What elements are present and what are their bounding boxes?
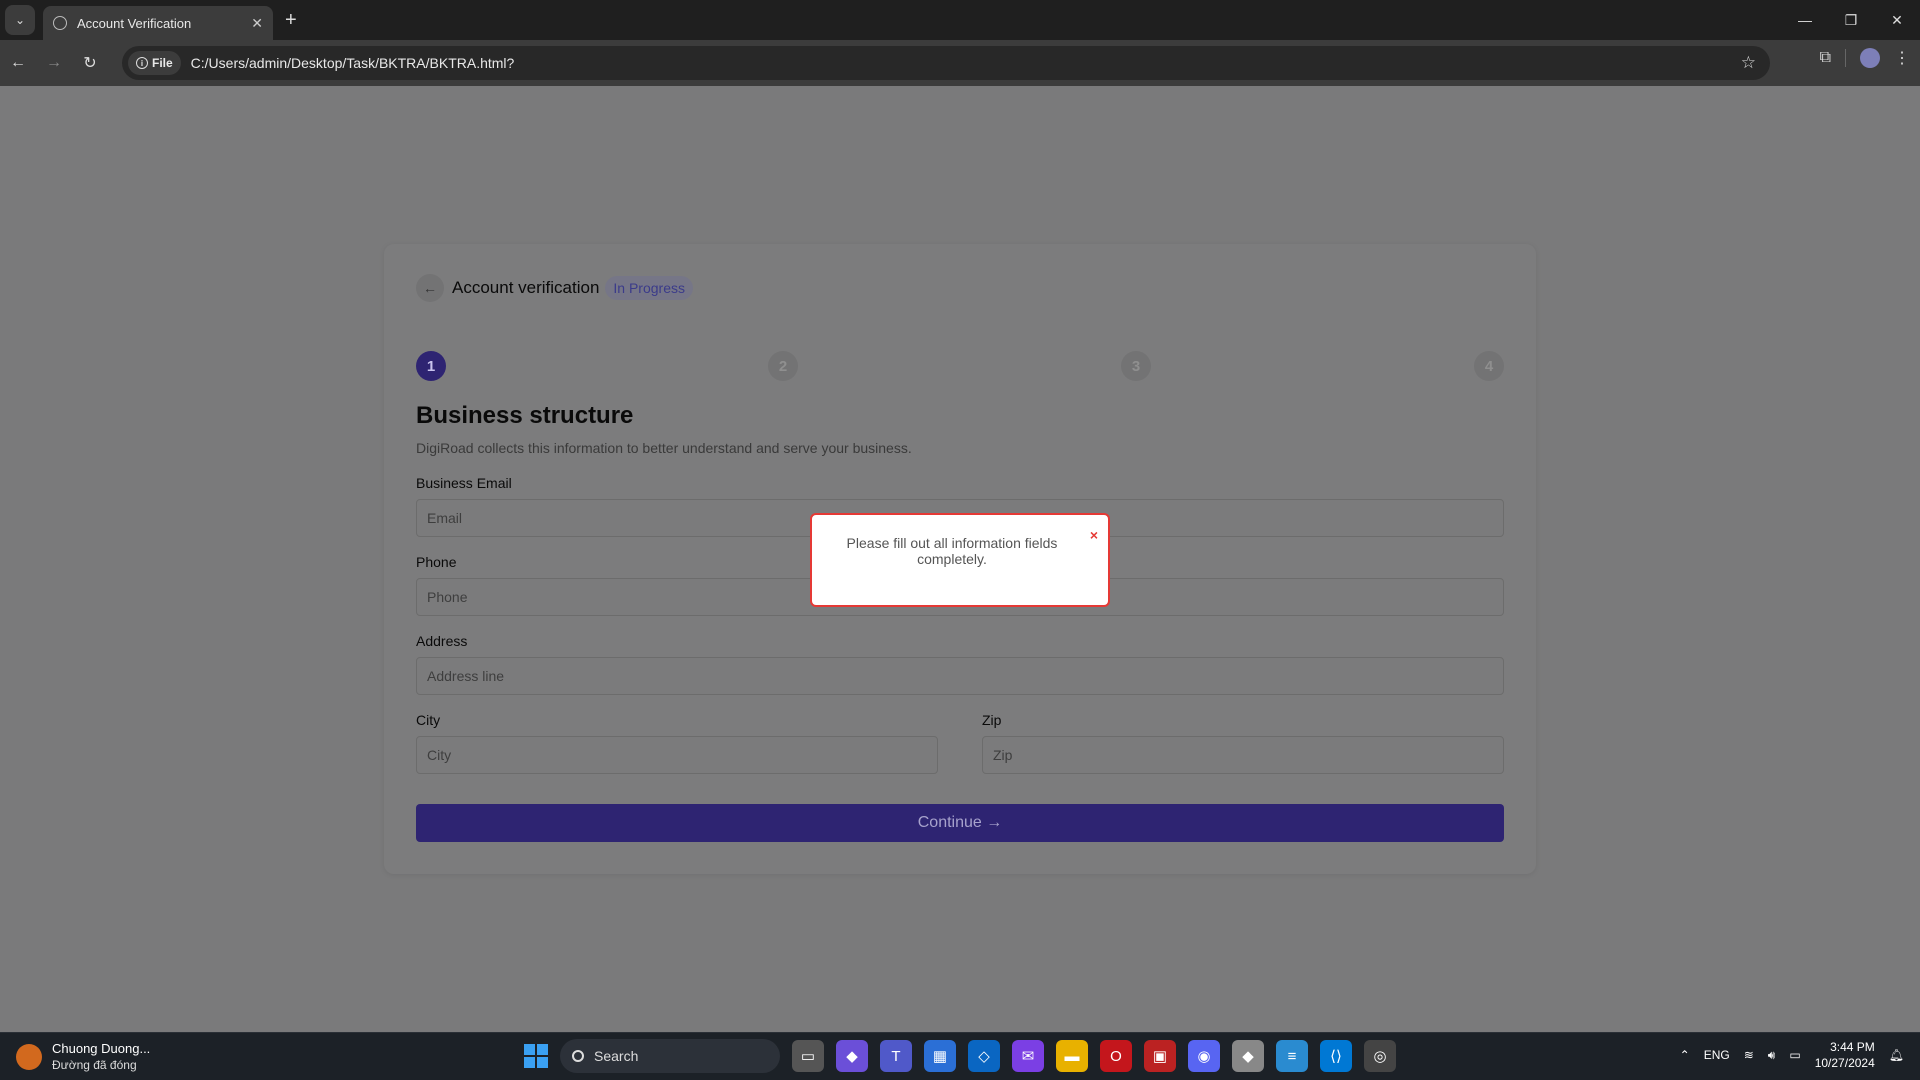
widget-line2: Đường đã đóng xyxy=(52,1058,137,1072)
new-tab-button[interactable]: + xyxy=(285,9,297,32)
language-indicator[interactable]: ENG xyxy=(1704,1048,1730,1062)
email-label: Business Email xyxy=(416,475,512,491)
continue-button[interactable]: Continue → xyxy=(416,804,1504,842)
roblox-icon[interactable]: ◆ xyxy=(1232,1040,1264,1072)
dropbox-icon[interactable]: ◇ xyxy=(968,1040,1000,1072)
tab-bar: ⌄ Account Verification ✕ + — ❐ ✕ xyxy=(0,0,1920,40)
vscode-icon[interactable]: ⟨⟩ xyxy=(1320,1040,1352,1072)
card-header: ← Account verification In Progress xyxy=(416,274,693,302)
zip-label: Zip xyxy=(982,712,1002,728)
phone-label: Phone xyxy=(416,554,457,570)
chrome-icon[interactable]: ◎ xyxy=(1364,1040,1396,1072)
url-text: C:/Users/admin/Desktop/Task/BKTRA/BKTRA.… xyxy=(190,55,515,71)
extensions-icon[interactable]: ⧉ xyxy=(1820,49,1831,67)
clock-date: 10/27/2024 xyxy=(1814,1056,1875,1070)
bookmark-star-icon[interactable]: ☆ xyxy=(1741,53,1756,73)
copilot-icon[interactable]: ◆ xyxy=(836,1040,868,1072)
section-heading: Business structure xyxy=(416,402,634,429)
close-tab-icon[interactable]: ✕ xyxy=(251,15,263,32)
file-explorer-icon[interactable]: ▬ xyxy=(1056,1040,1088,1072)
step-1: 1 xyxy=(416,351,446,381)
address-label: Address xyxy=(416,633,468,649)
menu-icon[interactable]: ⋮ xyxy=(1894,48,1910,68)
info-icon: i xyxy=(136,57,148,69)
globe-icon xyxy=(53,16,67,30)
error-toast: Please fill out all information fields c… xyxy=(810,513,1110,607)
browser-toolbar: ← → ↻ i File C:/Users/admin/Desktop/Task… xyxy=(0,40,1920,86)
zip-field[interactable]: Zip xyxy=(982,736,1504,774)
widget-line1: Chuong Duong... xyxy=(52,1041,151,1056)
notification-icon[interactable]: 🔔︎ xyxy=(1889,1048,1904,1062)
task-view-icon[interactable]: ▭ xyxy=(792,1040,824,1072)
step-3: 3 xyxy=(1121,351,1151,381)
step-2: 2 xyxy=(768,351,798,381)
toast-message: Please fill out all information fields c… xyxy=(846,535,1058,567)
minimize-icon[interactable]: — xyxy=(1782,12,1828,28)
back-arrow-icon[interactable]: ← xyxy=(416,274,444,302)
clock-time: 3:44 PM xyxy=(1830,1040,1875,1054)
page-title: Account verification xyxy=(452,278,600,297)
close-icon[interactable]: × xyxy=(1090,527,1098,543)
status-badge: In Progress xyxy=(605,276,693,300)
window-controls: — ❐ ✕ xyxy=(1782,0,1920,40)
chip-label: File xyxy=(152,56,173,70)
tab-title: Account Verification xyxy=(77,15,192,31)
step-4: 4 xyxy=(1474,351,1504,381)
reload-icon[interactable]: ↻ xyxy=(72,53,108,73)
discord-icon[interactable]: ◉ xyxy=(1188,1040,1220,1072)
volume-icon[interactable]: 🔊︎ xyxy=(1768,1048,1776,1063)
address-field[interactable]: Address line xyxy=(416,657,1504,695)
clock[interactable]: 3:44 PM 10/27/2024 xyxy=(1815,1039,1875,1071)
tab-search-button[interactable]: ⌄ xyxy=(5,5,35,35)
taskbar-search[interactable]: Search xyxy=(560,1039,780,1073)
city-label: City xyxy=(416,712,441,728)
messenger-icon[interactable]: ✉ xyxy=(1012,1040,1044,1072)
opera-icon[interactable]: O xyxy=(1100,1040,1132,1072)
chevron-up-icon[interactable]: ⌃ xyxy=(1680,1048,1690,1062)
store-icon[interactable]: ▦ xyxy=(924,1040,956,1072)
forward-icon[interactable]: → xyxy=(36,54,72,72)
site-info-chip[interactable]: i File xyxy=(128,51,181,75)
back-icon[interactable]: ← xyxy=(0,54,36,72)
toolbar-divider xyxy=(1845,49,1846,67)
taskbar: Chuong Duong... Đường đã đóng Search ▭ ◆… xyxy=(0,1032,1920,1080)
search-icon xyxy=(572,1050,584,1062)
restore-icon[interactable]: ❐ xyxy=(1828,12,1874,29)
section-subtitle: DigiRoad collects this information to be… xyxy=(416,440,912,456)
battery-icon[interactable]: ▭ xyxy=(1789,1048,1800,1062)
address-bar[interactable]: i File C:/Users/admin/Desktop/Task/BKTRA… xyxy=(122,46,1770,80)
windows-start-icon[interactable] xyxy=(524,1044,548,1068)
wifi-icon[interactable]: ≋ xyxy=(1744,1048,1754,1062)
profile-avatar[interactable] xyxy=(1860,48,1880,68)
stepper: 1 2 3 4 xyxy=(416,351,1504,381)
teams-icon[interactable]: T xyxy=(880,1040,912,1072)
close-window-icon[interactable]: ✕ xyxy=(1874,12,1920,29)
toolbar-right: ⧉ ⋮ xyxy=(1820,48,1910,68)
taskbar-apps: Search ▭ ◆ T ▦ ◇ ✉ ▬ O ▣ ◉ ◆ ≡ ⟨⟩ ◎ xyxy=(524,1039,1396,1073)
search-label: Search xyxy=(594,1048,639,1064)
weather-widget[interactable]: Chuong Duong... Đường đã đóng xyxy=(16,1041,150,1072)
browser-tab[interactable]: Account Verification ✕ xyxy=(43,6,273,40)
news-icon xyxy=(16,1043,42,1070)
notepad-icon[interactable]: ≡ xyxy=(1276,1040,1308,1072)
system-tray: ⌃ ENG ≋ 🔊︎ ▭ 3:44 PM 10/27/2024 🔔︎ xyxy=(1680,1039,1904,1071)
city-field[interactable]: City xyxy=(416,736,938,774)
app-icon[interactable]: ▣ xyxy=(1144,1040,1176,1072)
